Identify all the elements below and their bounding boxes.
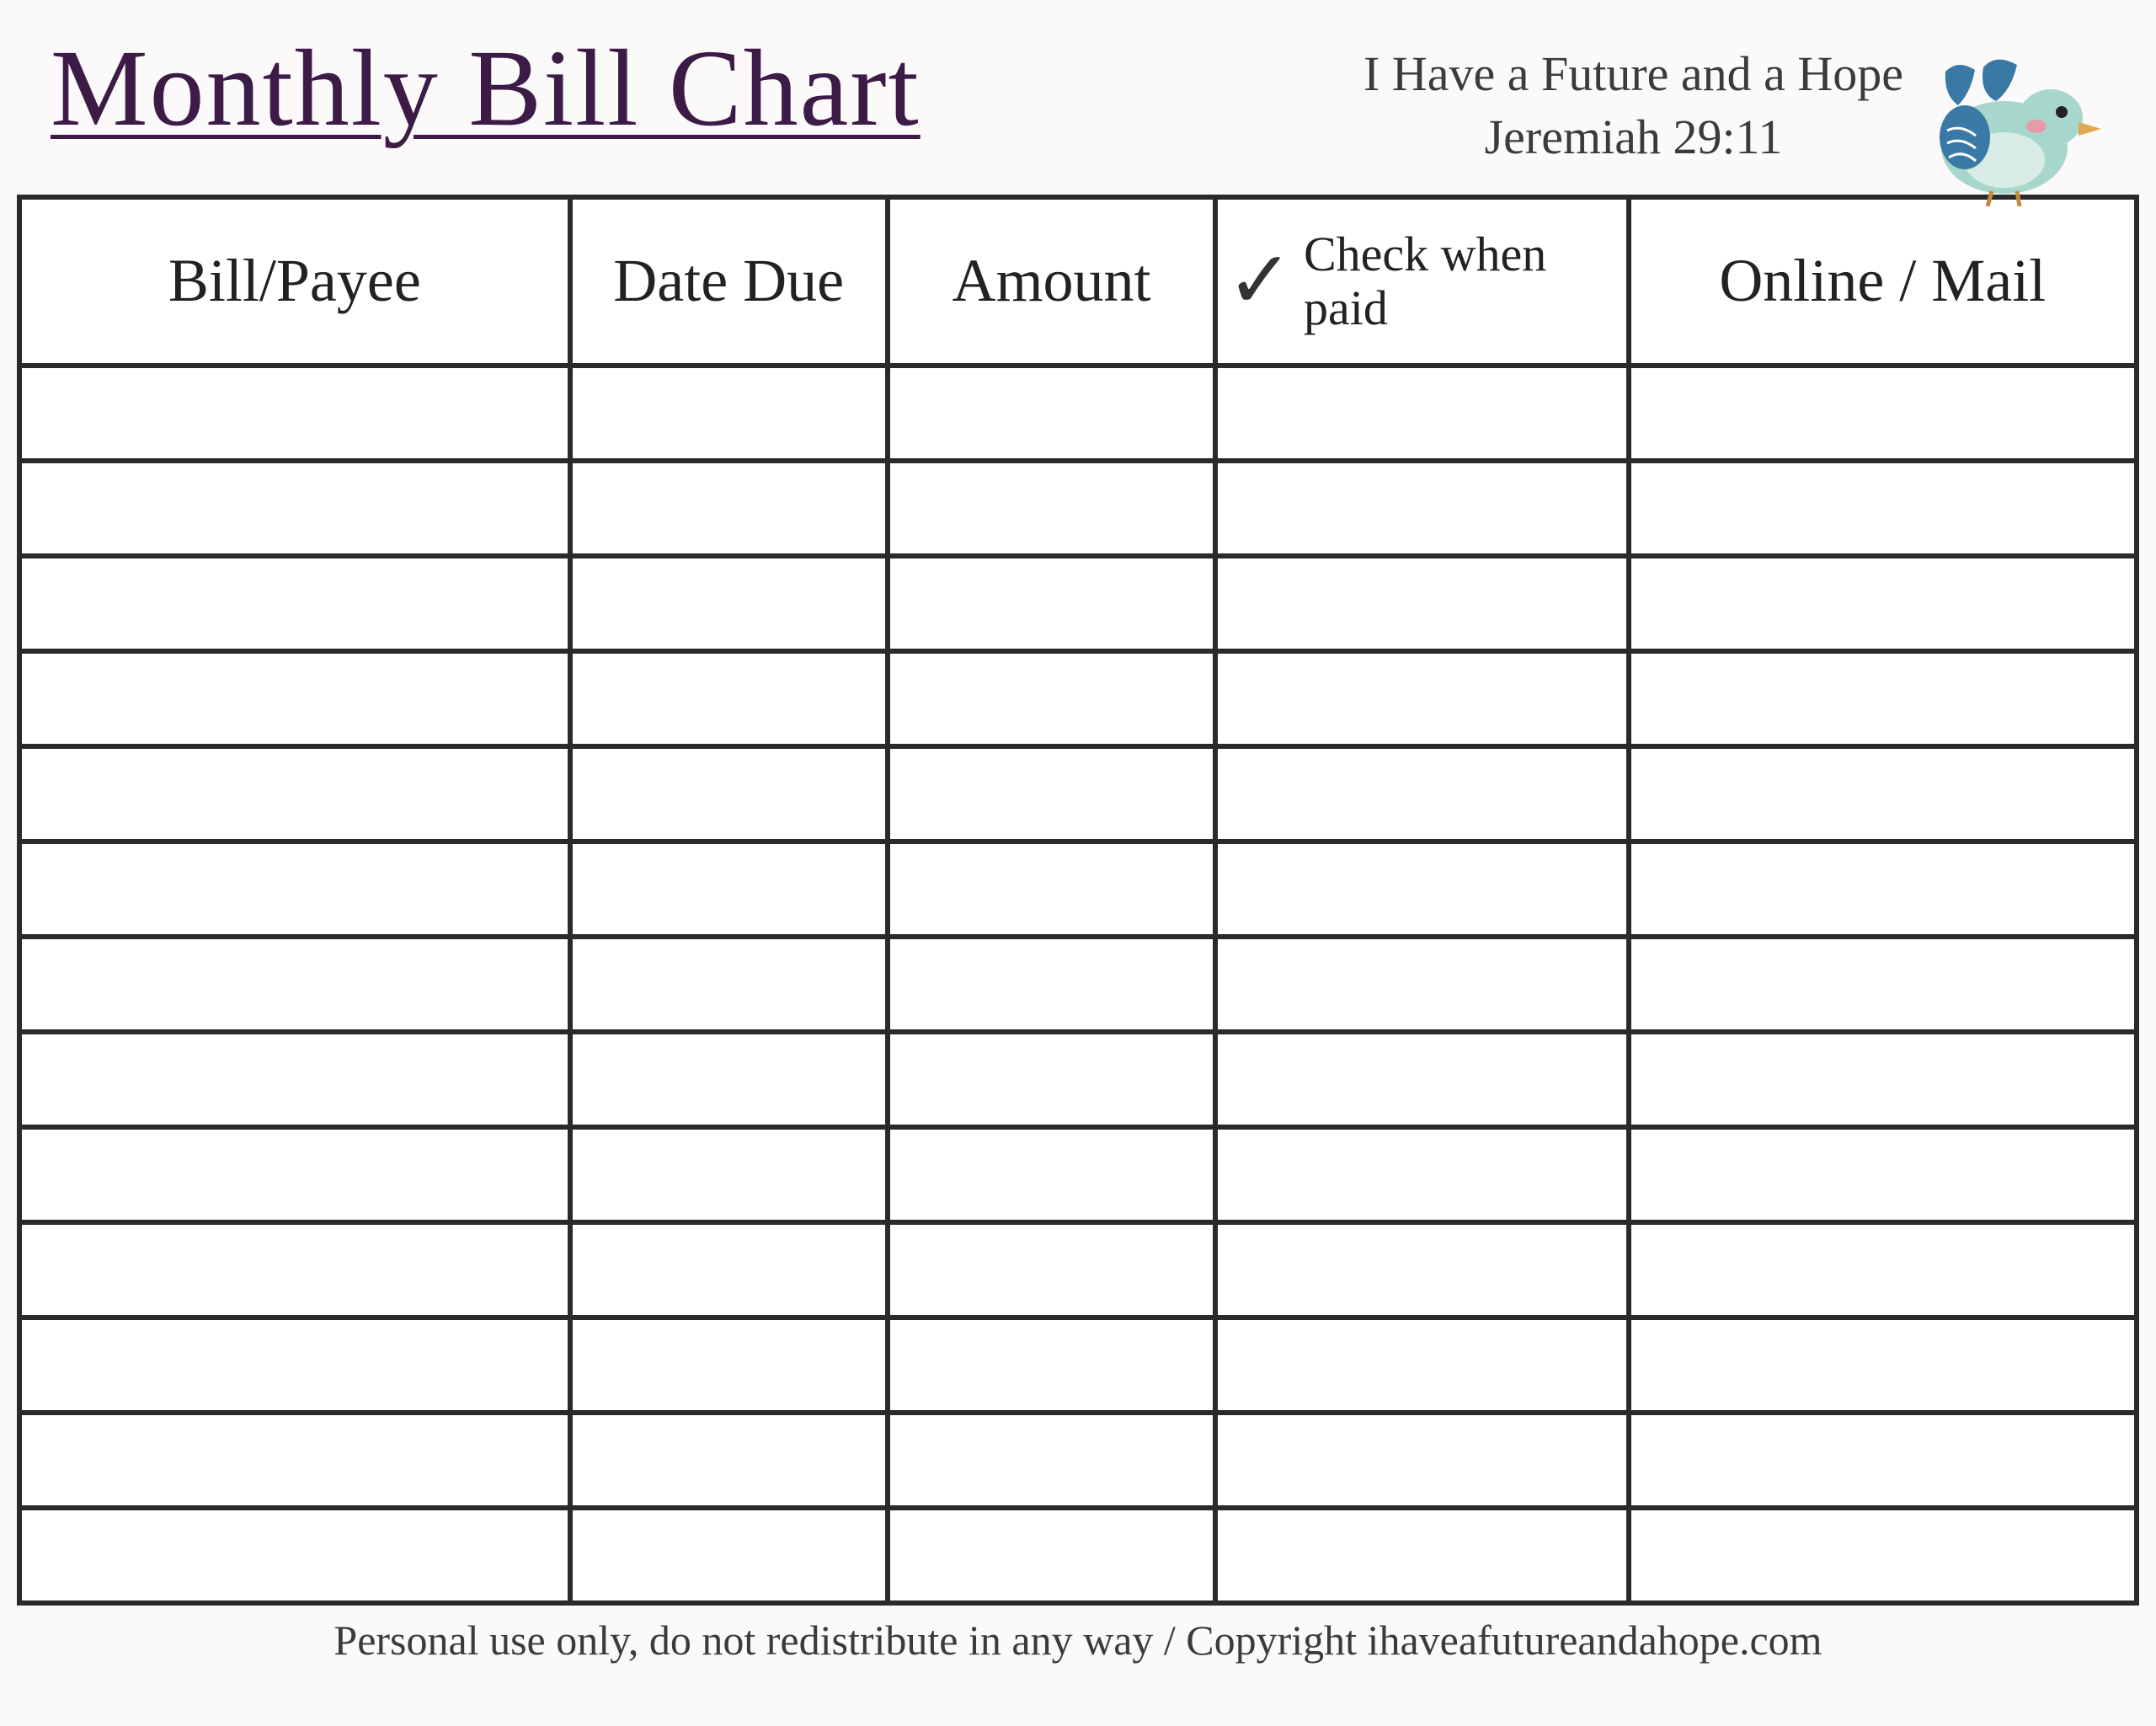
cell-date-due[interactable] [570,746,888,842]
cell-bill-payee[interactable] [19,1032,570,1127]
cell-check-when-paid[interactable] [1215,842,1628,937]
table-row [19,651,2137,746]
cell-date-due[interactable] [570,1413,888,1508]
checkmark-icon: ✓ [1226,241,1294,321]
col-header-bill-payee: Bill/Payee [19,197,570,366]
cell-date-due[interactable] [570,1222,888,1317]
scripture-block: I Have a Future and a Hope Jeremiah 29:1… [1364,42,1903,169]
cell-check-when-paid[interactable] [1215,461,1628,556]
cell-check-when-paid[interactable] [1215,651,1628,746]
cell-online-mail[interactable] [1629,1127,2137,1222]
cell-amount[interactable] [888,1317,1216,1413]
cell-date-due[interactable] [570,366,888,461]
cell-amount[interactable] [888,556,1216,651]
cell-amount[interactable] [888,746,1216,842]
cell-amount[interactable] [888,651,1216,746]
cell-check-when-paid[interactable] [1215,556,1628,651]
table-row [19,1317,2137,1413]
cell-date-due[interactable] [570,651,888,746]
cell-bill-payee[interactable] [19,1317,570,1413]
cell-check-when-paid[interactable] [1215,1032,1628,1127]
cell-check-when-paid[interactable] [1215,1222,1628,1317]
cell-bill-payee[interactable] [19,937,570,1032]
bill-chart-table: Bill/Payee Date Due Amount ✓ Check when … [17,195,2139,1606]
cell-bill-payee[interactable] [19,461,570,556]
cell-online-mail[interactable] [1629,1317,2137,1413]
cell-amount[interactable] [888,1413,1216,1508]
cell-online-mail[interactable] [1629,366,2137,461]
table-row [19,746,2137,842]
cell-date-due[interactable] [570,1317,888,1413]
col-header-check-when-paid: ✓ Check when paid [1215,197,1628,366]
cell-check-when-paid[interactable] [1215,1127,1628,1222]
cell-online-mail[interactable] [1629,1032,2137,1127]
cell-bill-payee[interactable] [19,1127,570,1222]
cell-online-mail[interactable] [1629,651,2137,746]
cell-amount[interactable] [888,1508,1216,1603]
scripture-line-1: I Have a Future and a Hope [1364,42,1903,105]
table-row [19,1222,2137,1317]
table-row [19,461,2137,556]
cell-amount[interactable] [888,1032,1216,1127]
cell-bill-payee[interactable] [19,651,570,746]
check-when-paid-label: Check when paid [1304,227,1618,335]
cell-online-mail[interactable] [1629,461,2137,556]
cell-online-mail[interactable] [1629,1222,2137,1317]
cell-check-when-paid[interactable] [1215,1413,1628,1508]
table-row [19,1413,2137,1508]
cell-online-mail[interactable] [1629,1413,2137,1508]
cell-date-due[interactable] [570,937,888,1032]
col-header-amount: Amount [888,197,1216,366]
col-header-online-mail: Online / Mail [1629,197,2137,366]
cell-check-when-paid[interactable] [1215,746,1628,842]
cell-online-mail[interactable] [1629,1508,2137,1603]
cell-check-when-paid[interactable] [1215,937,1628,1032]
table-row [19,556,2137,651]
cell-online-mail[interactable] [1629,746,2137,842]
cell-bill-payee[interactable] [19,1413,570,1508]
cell-bill-payee[interactable] [19,842,570,937]
cell-online-mail[interactable] [1629,937,2137,1032]
table-header-row: Bill/Payee Date Due Amount ✓ Check when … [19,197,2137,366]
cell-check-when-paid[interactable] [1215,1508,1628,1603]
cell-date-due[interactable] [570,1508,888,1603]
cell-date-due[interactable] [570,461,888,556]
table-row [19,1127,2137,1222]
scripture-line-2: Jeremiah 29:11 [1364,105,1903,168]
table-row [19,366,2137,461]
bird-icon [1912,46,2105,211]
cell-date-due[interactable] [570,842,888,937]
cell-bill-payee[interactable] [19,556,570,651]
cell-online-mail[interactable] [1629,842,2137,937]
cell-amount[interactable] [888,461,1216,556]
table-row [19,1032,2137,1127]
cell-online-mail[interactable] [1629,556,2137,651]
table-row [19,1508,2137,1603]
cell-check-when-paid[interactable] [1215,1317,1628,1413]
footer-text: Personal use only, do not redistribute i… [17,1606,2139,1665]
page-title: Monthly Bill Chart [51,34,921,143]
cell-bill-payee[interactable] [19,1222,570,1317]
cell-amount[interactable] [888,1127,1216,1222]
cell-date-due[interactable] [570,556,888,651]
cell-bill-payee[interactable] [19,366,570,461]
table-row [19,842,2137,937]
cell-bill-payee[interactable] [19,746,570,842]
cell-amount[interactable] [888,1222,1216,1317]
col-header-date-due: Date Due [570,197,888,366]
table-row [19,937,2137,1032]
cell-date-due[interactable] [570,1032,888,1127]
cell-amount[interactable] [888,937,1216,1032]
cell-bill-payee[interactable] [19,1508,570,1603]
cell-date-due[interactable] [570,1127,888,1222]
cell-amount[interactable] [888,366,1216,461]
cell-amount[interactable] [888,842,1216,937]
cell-check-when-paid[interactable] [1215,366,1628,461]
